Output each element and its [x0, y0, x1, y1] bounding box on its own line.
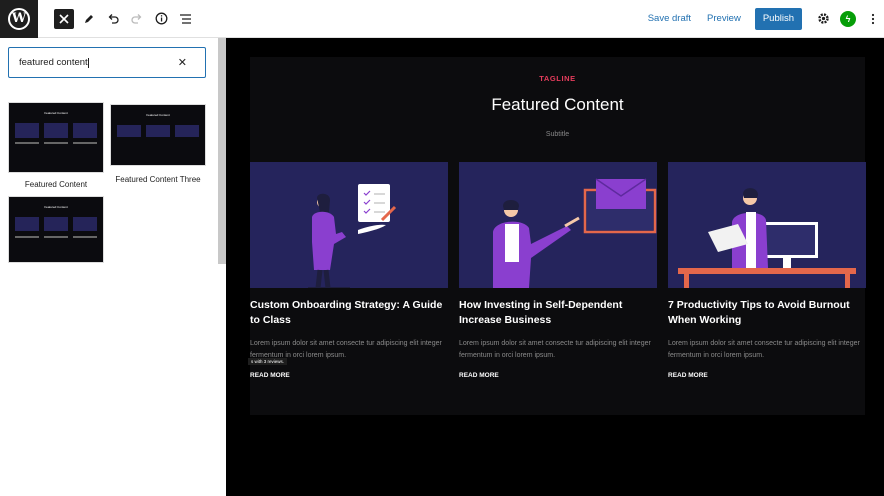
options-button[interactable] [862, 8, 884, 30]
redo-button[interactable] [126, 8, 148, 30]
close-inserter-button[interactable] [54, 8, 74, 29]
list-view-button[interactable] [174, 8, 196, 30]
editor-toolbar: W Save draft Preview Publish ϟ [0, 0, 884, 38]
card-illustration [668, 162, 866, 288]
card-illustration [250, 162, 448, 289]
redo-icon [131, 13, 142, 24]
tooltip: s with 3 reviews. [248, 358, 288, 365]
tagline[interactable]: TAGLINE [250, 74, 865, 83]
gear-icon [817, 13, 829, 24]
post-card[interactable]: How Investing in Self-Dependent Increase… [459, 162, 657, 379]
card-title[interactable]: How Investing in Self-Dependent Increase… [459, 298, 657, 328]
section-title[interactable]: Featured Content [250, 95, 865, 115]
undo-icon [108, 13, 119, 24]
pattern-preview-featured-content-three[interactable]: Featured Content [110, 104, 206, 166]
post-card[interactable]: Custom Onboarding Strategy: A Guide to C… [250, 162, 448, 379]
close-icon [59, 13, 69, 24]
card-excerpt[interactable]: Lorem ipsum dolor sit amet consecte tur … [459, 338, 657, 362]
post-card[interactable]: 7 Productivity Tips to Avoid Burnout Whe… [668, 162, 866, 379]
details-button[interactable] [150, 8, 172, 30]
pattern-inserter-panel: featured content ✕ Featured Content Feat… [0, 38, 226, 496]
jetpack-icon[interactable]: ϟ [840, 10, 856, 27]
clear-search-icon[interactable]: ✕ [178, 56, 187, 69]
pattern-label: Featured Content Three [115, 175, 201, 184]
pattern-label: Featured Content [24, 180, 88, 189]
list-view-icon [179, 13, 191, 24]
save-draft-button[interactable]: Save draft [640, 13, 699, 24]
card-illustration [459, 162, 657, 288]
pattern-preview-featured-content[interactable]: Featured Content [8, 102, 104, 173]
more-vertical-icon [871, 13, 875, 24]
read-more-link[interactable]: READ MORE [668, 372, 866, 379]
featured-content-block[interactable]: TAGLINE Featured Content Subtitle Custom… [248, 57, 866, 415]
card-title[interactable]: 7 Productivity Tips to Avoid Burnout Whe… [668, 298, 866, 328]
tools-button[interactable] [78, 8, 100, 30]
preview-button[interactable]: Preview [699, 13, 749, 24]
pen-icon [85, 14, 93, 23]
settings-button[interactable] [812, 8, 834, 30]
section-subtitle[interactable]: Subtitle [250, 131, 865, 138]
text-cursor [87, 57, 89, 68]
read-more-link[interactable]: READ MORE [459, 372, 657, 379]
publish-button[interactable]: Publish [754, 7, 802, 30]
pattern-preview-featured-content-two[interactable]: Featured Content [8, 196, 104, 263]
sidebar-scrollbar[interactable] [218, 38, 226, 264]
search-input-value: featured content [19, 57, 88, 68]
read-more-link[interactable]: READ MORE [250, 372, 448, 379]
card-excerpt[interactable]: Lorem ipsum dolor sit amet consecte tur … [668, 338, 866, 362]
info-icon [155, 12, 167, 25]
card-title[interactable]: Custom Onboarding Strategy: A Guide to C… [250, 298, 448, 328]
undo-button[interactable] [102, 8, 124, 30]
pattern-search-input[interactable]: featured content ✕ [8, 47, 206, 78]
wordpress-logo-icon[interactable]: W [0, 0, 38, 38]
editor-canvas[interactable]: TAGLINE Featured Content Subtitle Custom… [226, 38, 884, 496]
